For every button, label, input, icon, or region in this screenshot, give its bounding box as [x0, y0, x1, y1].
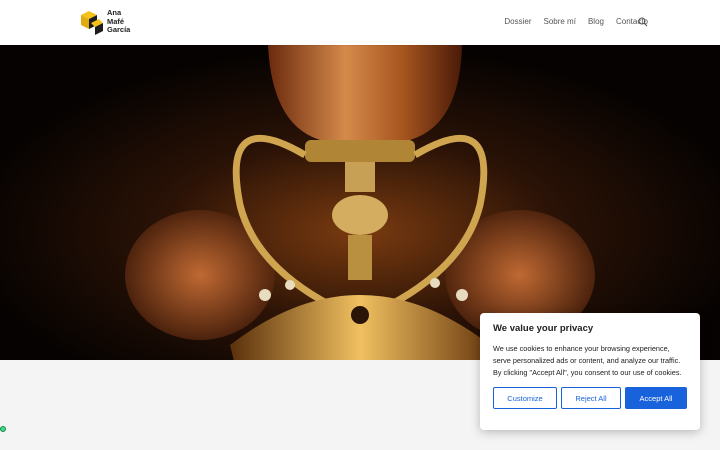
accept-all-button[interactable]: Accept All	[625, 387, 687, 409]
main-nav: Dossier Sobre mí Blog Contacto	[504, 17, 648, 26]
customize-button[interactable]: Customize	[493, 387, 557, 409]
cookie-buttons: Customize Reject All Accept All	[493, 387, 687, 409]
logo-text: Ana Mafé García	[107, 9, 130, 35]
logo-line: García	[107, 25, 131, 35]
logo-icon	[81, 11, 103, 35]
reject-all-button[interactable]: Reject All	[561, 387, 621, 409]
search-icon[interactable]	[638, 17, 648, 27]
nav-sobre-mi[interactable]: Sobre mí	[543, 17, 575, 26]
nav-blog[interactable]: Blog	[588, 17, 604, 26]
cookie-text: We use cookies to enhance your browsing …	[493, 344, 682, 377]
cookie-banner: We value your privacy We use cookies to …	[480, 313, 700, 430]
site-header: Ana Mafé García Dossier Sobre mí Blog Co…	[0, 0, 720, 45]
cookie-title: We value your privacy	[493, 323, 594, 334]
nav-dossier[interactable]: Dossier	[504, 17, 531, 26]
site-logo[interactable]: Ana Mafé García	[79, 9, 130, 35]
status-dot-icon[interactable]	[0, 426, 6, 432]
